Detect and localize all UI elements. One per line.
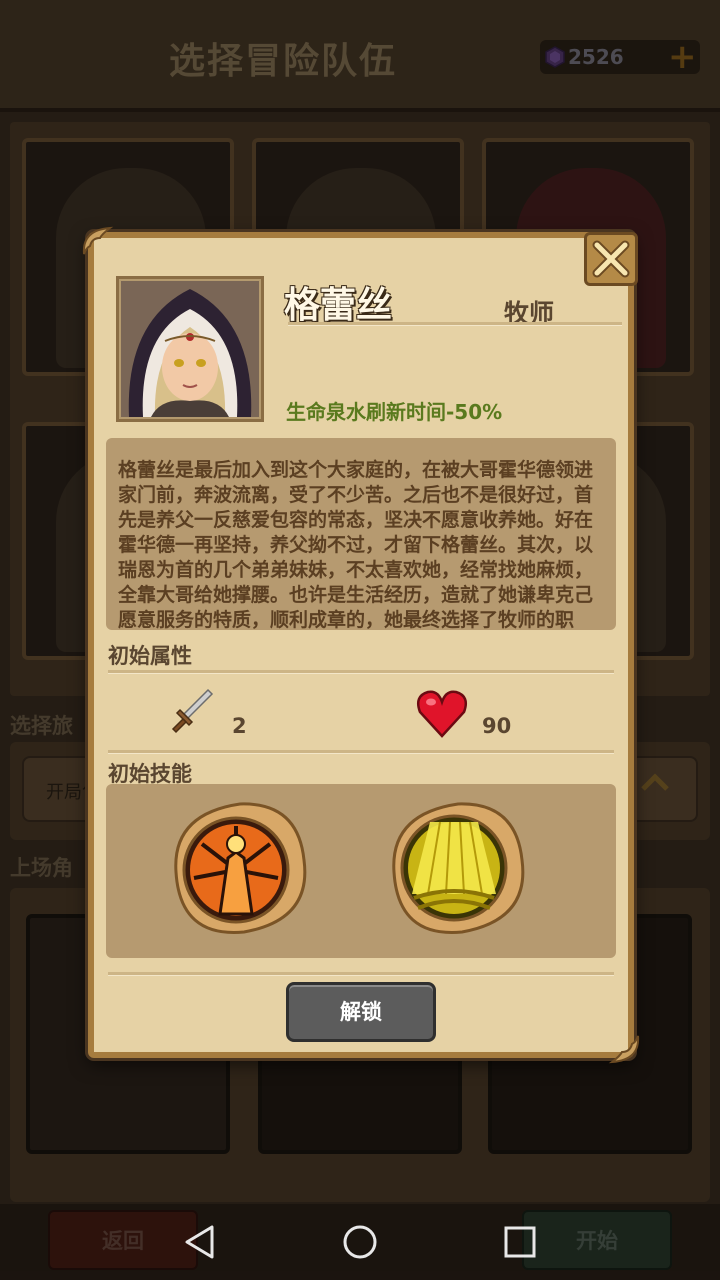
praying-hands-skill-icon[interactable] (170, 798, 310, 938)
nav-home-icon[interactable] (342, 1224, 378, 1260)
hero-description: 格蕾丝是最后加入到这个大家庭的，在被大哥霍华德领进家门前，奔波流离，受了不少苦。… (118, 459, 594, 630)
sword-icon (171, 688, 214, 734)
attack-value: 2 (232, 714, 247, 738)
hero-name: 格蕾丝 (284, 285, 393, 326)
close-icon[interactable] (587, 235, 635, 283)
unlock-button[interactable]: 解锁 (286, 982, 436, 1042)
hero-perk: 生命泉水刷新时间-50% (286, 400, 503, 424)
divider (108, 750, 614, 754)
heart-icon (417, 690, 467, 738)
skills-box (106, 784, 616, 958)
hero-portrait (121, 281, 259, 417)
hero-portrait-frame (116, 276, 264, 422)
divider (108, 972, 614, 976)
nun-portrait-icon (121, 281, 259, 417)
divider (288, 322, 622, 326)
close-button[interactable] (584, 232, 638, 286)
attributes-title: 初始属性 (108, 644, 192, 668)
corner-ornament-icon (82, 226, 114, 255)
divider (108, 670, 614, 674)
nav-recents-icon[interactable] (502, 1224, 538, 1260)
hero-description-box[interactable]: 格蕾丝是最后加入到这个大家庭的，在被大哥霍华德领进家门前，奔波流离，受了不少苦。… (106, 438, 616, 630)
nav-back-icon[interactable] (182, 1224, 218, 1260)
golden-light-skill-icon[interactable] (388, 798, 528, 938)
corner-ornament-icon (608, 1035, 640, 1064)
health-value: 90 (482, 714, 512, 738)
hero-detail-modal: 格蕾丝 牧师 生命泉水刷新时间-50% 格蕾丝是最后加入到这个大家庭的，在被大哥… (82, 226, 640, 1064)
